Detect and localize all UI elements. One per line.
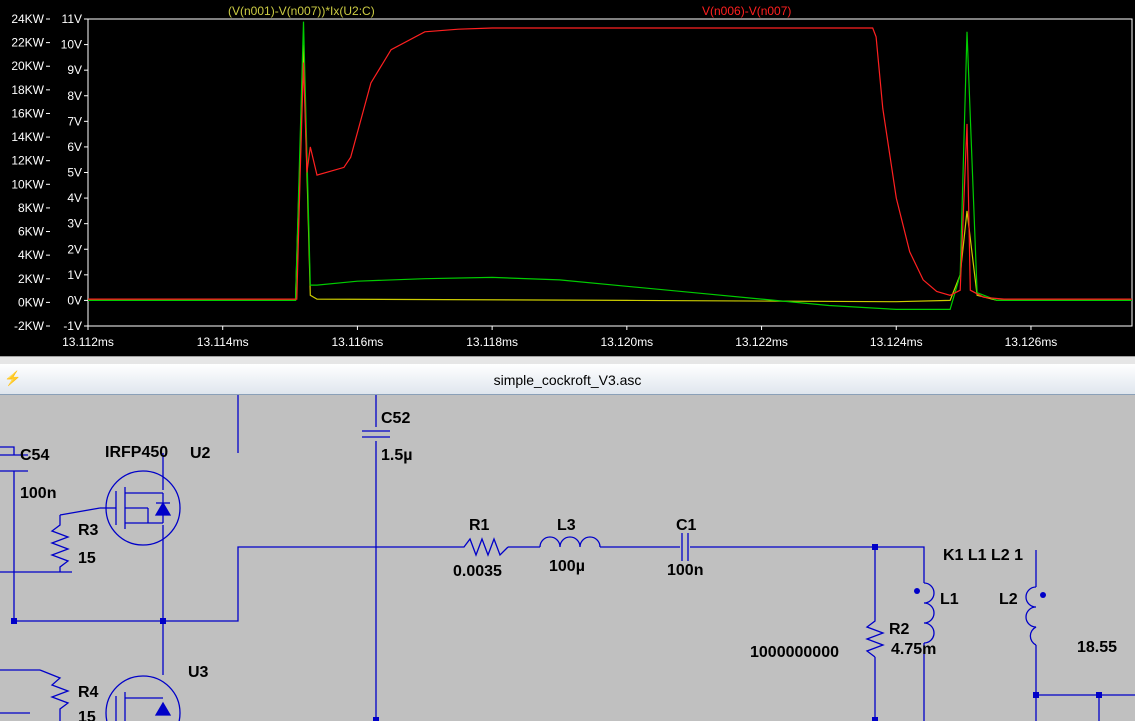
r4-name[interactable]: R4 [78,684,99,701]
r1-value[interactable]: 0.0035 [453,563,502,580]
l1-name[interactable]: L1 [940,591,959,608]
y-volt-tick-label: 1V [67,268,82,282]
schematic-window-title: simple_cockroft_V3.asc [493,372,642,388]
y-volt-tick-label: 4V [67,191,82,205]
c54-name[interactable]: C54 [20,447,49,464]
y-volt-tick-label: 0V [67,293,82,307]
x-tick-label: 13.122ms [735,335,788,349]
r3-resistor-icon[interactable] [50,515,70,572]
c1-name[interactable]: C1 [676,517,697,534]
c52-capacitor-icon[interactable] [362,430,390,438]
c52-value[interactable]: 1.5µ [381,447,412,464]
l1-inductor-icon[interactable] [923,582,935,644]
y-volt-tick-label: 5V [67,166,82,180]
trace-label-voltage[interactable]: V(n006)-V(n007) [702,4,791,18]
y-volt-tick-label: 8V [67,89,82,103]
c1-value[interactable]: 100n [667,562,703,579]
u2-name[interactable]: U2 [190,445,211,462]
y-power-tick-label: 22KW [11,36,44,50]
y-power-tick-label: 12KW [11,154,44,168]
y-power-tick-label: 4KW [18,248,45,262]
r2-name[interactable]: R2 [889,621,910,638]
trace-line-1 [88,21,1132,310]
x-tick-label: 13.116ms [332,335,384,349]
l2-name[interactable]: L2 [999,591,1018,608]
y-volt-tick-label: 7V [67,114,82,128]
r1-name[interactable]: R1 [469,517,490,534]
c52-name[interactable]: C52 [381,410,410,427]
mosfet-u3-icon[interactable] [105,675,181,721]
mosfet-u2-icon[interactable] [100,470,181,546]
l3-value[interactable]: 100µ [549,558,585,575]
y-power-tick-label: 20KW [11,59,44,73]
y-power-tick-label: 18KW [11,83,44,97]
y-volt-tick-label: -1V [63,319,82,333]
x-tick-label: 13.126ms [1005,335,1058,349]
y-power-tick-label: 24KW [11,12,44,26]
l1-value[interactable]: 1000000000 [750,644,839,661]
r4-value[interactable]: 15 [78,709,96,721]
r4-resistor-icon[interactable] [39,669,70,721]
y-volt-tick-label: 10V [61,38,82,52]
y-power-tick-label: 2KW [18,272,45,286]
schematic-canvas[interactable]: C54 100n IRFP450 U2 R3 15 C52 1.5µ R1 0.… [0,395,1135,721]
u2-model[interactable]: IRFP450 [105,444,168,461]
trace-label-power[interactable]: (V(n001)-V(n007))*Ix(U2:C) [228,4,375,18]
c1-capacitor-icon[interactable] [681,533,689,561]
l2-dot-icon [1040,592,1046,598]
plot-traces [88,21,1132,310]
x-tick-label: 13.118ms [466,335,518,349]
x-tick-label: 13.124ms [870,335,923,349]
r3-name[interactable]: R3 [78,522,99,539]
y-power-tick-label: -2KW [14,319,45,333]
waveform-plot-pane[interactable]: 11V 10V 9V 8V 7V 6V 5V 4V 3V 2V 1V 0V -1V 24KW 22KW 20K… [0,0,1135,356]
y-volt-tick-label: 2V [67,242,82,256]
l3-inductor-icon[interactable] [539,536,601,548]
y-power-tick-label: 0KW [18,295,45,309]
y-power-tick-label: 16KW [11,106,44,120]
schematic-drawing[interactable]: C54 100n IRFP450 U2 R3 15 C52 1.5µ R1 0.… [0,395,1135,721]
r2-resistor-icon[interactable] [865,613,885,658]
y-power-tick-label: 14KW [11,130,44,144]
l3-name[interactable]: L3 [557,517,576,534]
x-tick-label: 13.120ms [600,335,653,349]
l2-inductor-icon[interactable] [1025,586,1037,646]
x-tick-label: 13.112ms [62,335,114,349]
waveform-plot[interactable]: 11V 10V 9V 8V 7V 6V 5V 4V 3V 2V 1V 0V -1V 24KW 22KW 20K… [0,0,1135,356]
c54-value[interactable]: 100n [20,485,56,502]
y-power-tick-label: 8KW [18,201,45,215]
l1-dot-icon [914,588,920,594]
y-power-tick-label: 6KW [18,225,45,239]
schematic-titlebar[interactable]: ⚡ simple_cockroft_V3.asc [0,364,1135,395]
x-tick-label: 13.114ms [197,335,249,349]
l2-value[interactable]: 18.55 [1077,639,1117,656]
coupling-directive[interactable]: K1 L1 L2 1 [943,547,1023,564]
y-volt-tick-label: 3V [67,217,82,231]
r1-resistor-icon[interactable] [456,537,509,557]
r2-value[interactable]: 4.75m [891,641,936,658]
y-volt-tick-label: 6V [67,140,82,154]
y-volt-tick-label: 11V [62,12,82,26]
r3-value[interactable]: 15 [78,550,96,567]
y-volt-tick-label: 9V [67,63,82,77]
u3-name[interactable]: U3 [188,664,209,681]
y-power-tick-label: 10KW [11,177,44,191]
